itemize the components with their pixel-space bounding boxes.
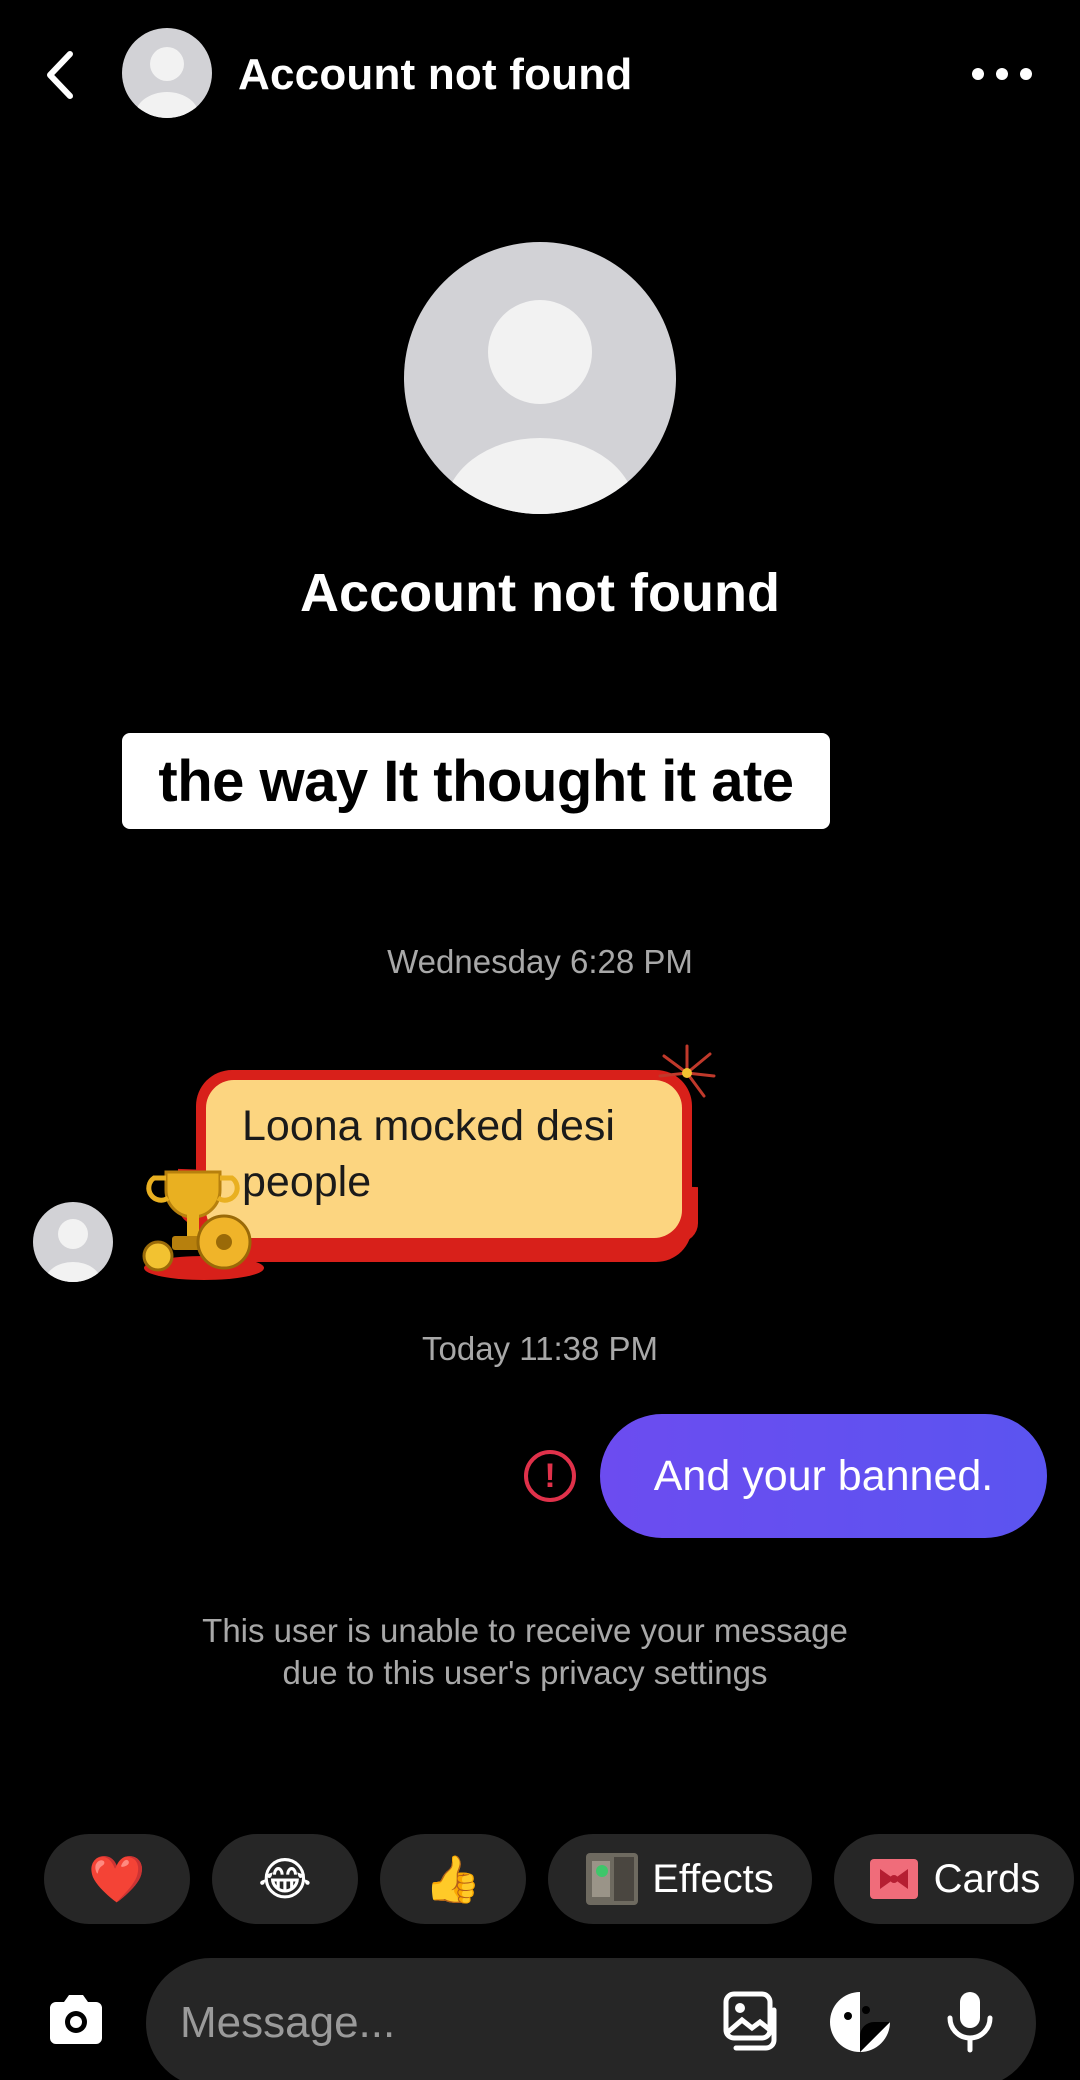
profile-name: Account not found [300,563,780,623]
header-avatar[interactable] [122,28,212,118]
video-caption: the way It thought it ate [122,733,830,829]
message-timestamp: Today 11:38 PM [421,1330,659,1367]
effects-button[interactable]: Effects [548,1834,812,1924]
trophy-icon [142,1170,264,1280]
header-title[interactable]: Account not found [238,50,632,100]
cards-label: Cards [933,1856,1041,1901]
effects-thumbnail-icon [586,1853,639,1905]
default-user-icon [135,47,199,118]
sent-message[interactable]: And your banned. [600,1414,1047,1538]
effects-label: Effects [652,1856,774,1901]
alert-circle-icon[interactable]: ! [524,1450,576,1502]
received-bubble[interactable]: Loona mocked desi people [196,1070,692,1262]
cards-button[interactable]: Cards [834,1834,1074,1924]
quick-reactions-bar: ❤️ 😂 👍 Effects Cards [0,1834,1080,1924]
gallery-icon[interactable] [716,1988,784,2056]
sender-avatar[interactable] [33,1202,113,1282]
microphone-icon[interactable] [936,1988,1004,2056]
reaction-laugh-button[interactable]: 😂 [212,1834,358,1924]
reaction-heart-button[interactable]: ❤️ [44,1834,190,1924]
more-horizontal-icon[interactable] [972,60,1032,88]
received-message-text: Loona mocked desi people [206,1080,682,1238]
delivery-notice: This user is unable to receive your mess… [202,1612,848,1691]
message-timestamp: Wednesday 6:28 PM [387,943,693,980]
laughing-icon: 😂 [258,1853,312,1905]
received-message[interactable]: Loona mocked desi people [138,1040,738,1280]
firework-icon [658,1044,716,1098]
chat-header: Account not found [0,0,1080,150]
default-user-icon [444,300,636,514]
default-user-icon [45,1219,101,1282]
thumbs-up-icon: 👍 [424,1853,482,1905]
reaction-thumbs-up-button[interactable]: 👍 [380,1834,526,1924]
cards-gift-icon [869,1859,918,1899]
chevron-left-icon[interactable] [38,48,84,102]
sticker-icon[interactable] [826,1988,894,2056]
heart-icon: ❤️ [88,1853,146,1905]
profile-avatar [404,242,676,514]
message-composer [146,1958,1036,2080]
message-input[interactable] [180,1992,700,2054]
camera-icon[interactable] [44,1988,108,2052]
